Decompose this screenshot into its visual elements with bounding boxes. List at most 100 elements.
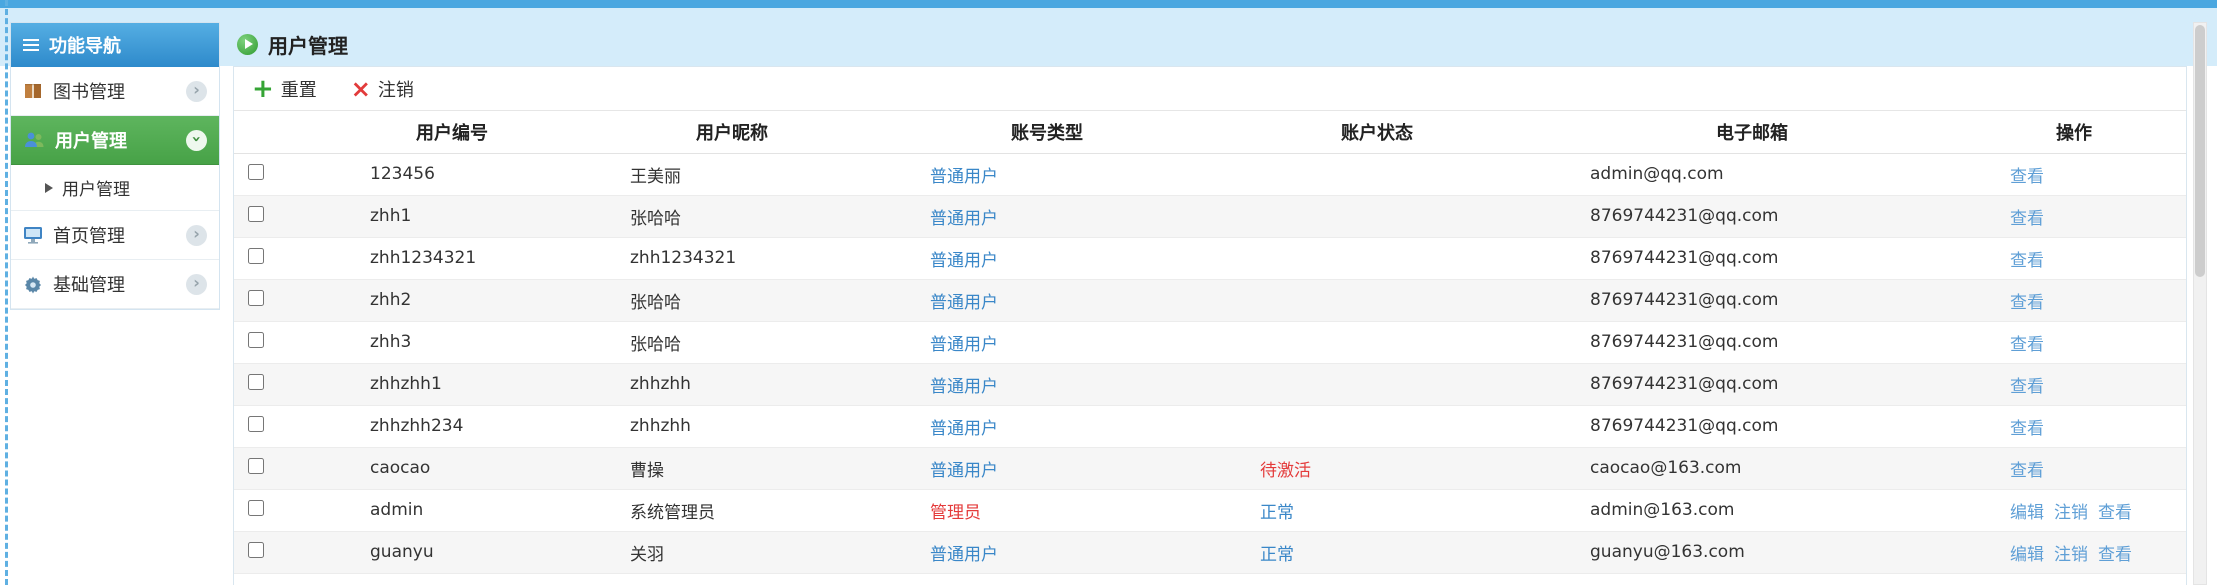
account-type-cell[interactable]: 普通用户 [882, 363, 1212, 406]
row-checkbox[interactable] [248, 163, 264, 180]
edit-link[interactable]: 编辑 [2010, 503, 2044, 523]
user-id-cell: zhh2 [322, 279, 582, 322]
table-row: zhh3 张哈哈 普通用户 8769744231@qq.com 查看 [234, 321, 2186, 364]
user-id-cell: zhhzhh1 [322, 363, 582, 406]
table-row: zhh2 张哈哈 普通用户 8769744231@qq.com 查看 [234, 279, 2186, 322]
nickname-cell: 张哈哈 [582, 279, 882, 322]
sidebar-item-label: 基础管理 [53, 275, 125, 296]
sidebar-item-user-management[interactable]: 用户管理 › [11, 116, 219, 165]
users-icon [25, 132, 44, 147]
view-link[interactable]: 查看 [2010, 335, 2044, 355]
nickname-cell: zhh1234321 [582, 237, 882, 280]
account-type-cell[interactable]: 普通用户 [882, 405, 1212, 448]
sidebar-item-base-management[interactable]: 基础管理 › [11, 260, 219, 309]
logout-button[interactable]: × 注销 [351, 76, 414, 102]
chevron-down-icon: › [186, 129, 207, 151]
account-type-cell[interactable]: 普通用户 [882, 321, 1212, 364]
row-checkbox-cell [234, 447, 322, 490]
email-cell: 8769744231@qq.com [1542, 321, 1962, 364]
email-cell: admin@qq.com [1542, 153, 1962, 196]
nickname-cell: 关羽 [582, 531, 882, 574]
account-status-cell: 正常 [1212, 531, 1542, 574]
view-link[interactable]: 查看 [2010, 167, 2044, 187]
user-id-cell: zhh1234321 [322, 237, 582, 280]
user-id-cell: admin [322, 489, 582, 532]
nickname-cell: 系统管理员 [582, 489, 882, 532]
row-checkbox[interactable] [248, 415, 264, 432]
account-status-cell [1212, 405, 1542, 448]
actions-cell: 查看 [1962, 195, 2186, 238]
row-checkbox[interactable] [248, 289, 264, 306]
table-row: zhh1234321 zhh1234321 普通用户 8769744231@qq… [234, 237, 2186, 280]
view-link[interactable]: 查看 [2010, 461, 2044, 481]
account-type-cell[interactable]: 普通用户 [882, 531, 1212, 574]
chevron-right-icon: › [186, 80, 207, 102]
table-row: caocao 曹操 普通用户 待激活 caocao@163.com 查看 [234, 447, 2186, 490]
row-checkbox[interactable] [248, 541, 264, 558]
account-status-cell: 待激活 [1212, 447, 1542, 490]
scrollbar-thumb[interactable] [2195, 25, 2205, 278]
arrow-right-icon [45, 182, 53, 193]
user-id-cell: guanyu [322, 531, 582, 574]
book-icon [25, 84, 41, 98]
row-checkbox[interactable] [248, 205, 264, 222]
actions-cell: 查看 [1962, 321, 2186, 364]
page-title: 用户管理 [268, 34, 348, 58]
row-checkbox[interactable] [248, 247, 264, 264]
account-type-cell[interactable]: 普通用户 [882, 279, 1212, 322]
nickname-cell: 曹操 [582, 447, 882, 490]
table-row: 123456 王美丽 普通用户 admin@qq.com 查看 [234, 153, 2186, 196]
row-checkbox-cell [234, 489, 322, 532]
account-type-cell[interactable]: 普通用户 [882, 237, 1212, 280]
account-status-cell [1212, 153, 1542, 196]
email-cell: caocao@163.com [1542, 447, 1962, 490]
account-status-cell [1212, 363, 1542, 406]
row-checkbox-cell [234, 321, 322, 364]
row-checkbox[interactable] [248, 373, 264, 390]
sidebar-subitem-user-management[interactable]: 用户管理 [11, 165, 219, 211]
edit-link[interactable]: 编辑 [2010, 545, 2044, 565]
row-checkbox[interactable] [248, 499, 264, 516]
account-type-cell[interactable]: 管理员 [882, 489, 1212, 532]
account-type-cell[interactable]: 普通用户 [882, 195, 1212, 238]
nickname-cell: 张哈哈 [582, 195, 882, 238]
chevron-right-icon: › [186, 273, 207, 295]
user-id-cell: caocao [322, 447, 582, 490]
account-status-cell [1212, 195, 1542, 238]
table-row: zhhzhh1 zhhzhh 普通用户 8769744231@qq.com 查看 [234, 363, 2186, 406]
actions-cell: 编辑 注销 查看 [1962, 531, 2186, 574]
actions-cell: 查看 [1962, 363, 2186, 406]
sidebar-item-book-management[interactable]: 图书管理 › [11, 67, 219, 116]
account-status-cell [1212, 237, 1542, 280]
view-link[interactable]: 查看 [2010, 251, 2044, 271]
account-type-cell[interactable]: 普通用户 [882, 153, 1212, 196]
view-link[interactable]: 查看 [2010, 419, 2044, 439]
email-cell: guanyu@163.com [1542, 531, 1962, 574]
actions-cell: 查看 [1962, 279, 2186, 322]
account-status-cell [1212, 279, 1542, 322]
account-type-cell[interactable]: 普通用户 [882, 447, 1212, 490]
view-link[interactable]: 查看 [2010, 293, 2044, 313]
column-header-user-id: 用户编号 [322, 111, 582, 154]
logout-link[interactable]: 注销 [2054, 503, 2088, 523]
nickname-cell: zhhzhh [582, 363, 882, 406]
row-checkbox-cell [234, 279, 322, 322]
view-link[interactable]: 查看 [2010, 377, 2044, 397]
reset-button[interactable]: + 重置 [252, 76, 317, 102]
logout-link[interactable]: 注销 [2054, 545, 2088, 565]
close-icon: × [350, 74, 371, 103]
view-link[interactable]: 查看 [2098, 503, 2132, 523]
row-checkbox-cell [234, 153, 322, 196]
view-link[interactable]: 查看 [2098, 545, 2132, 565]
sidebar: 功能导航 图书管理 › 用户管理 › 用户管理 首页管理 › 基础管理 › [10, 22, 220, 310]
view-link[interactable]: 查看 [2010, 209, 2044, 229]
row-checkbox-cell [234, 405, 322, 448]
table-row: admin 系统管理员 管理员 正常 admin@163.com 编辑 注销 查看 [234, 489, 2186, 532]
nickname-cell: 张哈哈 [582, 321, 882, 364]
row-checkbox[interactable] [248, 457, 264, 474]
row-checkbox[interactable] [248, 331, 264, 348]
sidebar-item-homepage-management[interactable]: 首页管理 › [11, 211, 219, 260]
actions-cell: 查看 [1962, 153, 2186, 196]
vertical-scrollbar[interactable] [2193, 22, 2207, 585]
table-header-row: 用户编号 用户昵称 账号类型 账户状态 电子邮箱 操作 [234, 111, 2186, 154]
